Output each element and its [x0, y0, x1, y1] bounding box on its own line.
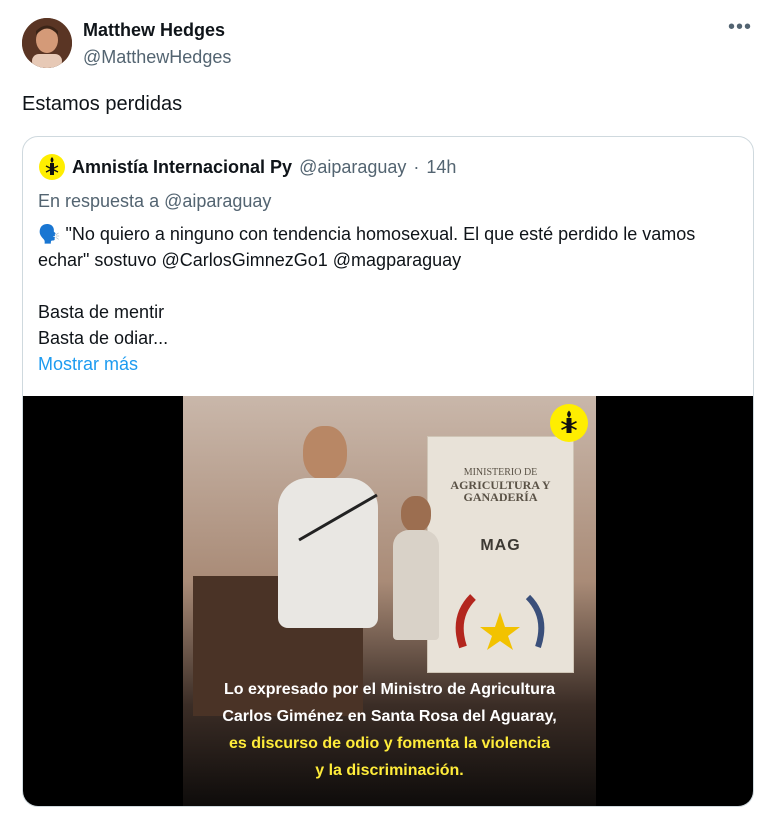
author-avatar[interactable]	[22, 18, 72, 68]
quoted-author-name[interactable]: Amnistía Internacional Py	[72, 157, 292, 178]
banner-text: MINISTERIO DE AGRICULTURA Y GANADERÍA	[450, 467, 551, 504]
quoted-tweet-card[interactable]: Amnistía Internacional Py @aiparaguay · …	[22, 136, 754, 807]
caption-line-3: es discurso de odio y fomenta la violenc…	[229, 735, 550, 752]
speaking-head-emoji: 🗣️	[38, 224, 61, 244]
quoted-text-line2: Basta de mentir	[38, 302, 165, 322]
author-name[interactable]: Matthew Hedges	[83, 20, 225, 41]
video-caption: Lo expresado por el Ministro de Agricult…	[183, 676, 596, 784]
quoted-tweet-header: Amnistía Internacional Py @aiparaguay · …	[39, 154, 456, 180]
caption-line-4: y la discriminación.	[315, 762, 464, 779]
background-person	[393, 496, 439, 640]
quoted-timestamp[interactable]: 14h	[426, 157, 456, 178]
mag-banner: MINISTERIO DE AGRICULTURA Y GANADERÍA MA…	[427, 436, 574, 673]
amnesty-candle-icon	[550, 404, 588, 442]
more-options-button[interactable]: •••	[728, 16, 752, 39]
author-handle[interactable]: @MatthewHedges	[83, 47, 231, 68]
tweet-text: Estamos perdidas	[22, 93, 183, 115]
reply-context: En respuesta a @aiparaguay	[38, 191, 272, 211]
candle-in-barbed-wire-icon	[39, 154, 65, 180]
speaker-figure	[273, 426, 383, 628]
show-more-link[interactable]: Mostrar más	[38, 351, 728, 377]
caption-line-1: Lo expresado por el Ministro de Agricult…	[223, 681, 555, 698]
separator-dot: ·	[413, 156, 420, 177]
quoted-text-line3: Basta de odiar...	[38, 328, 169, 348]
quoted-tweet-body: 🗣️ "No quiero a ninguno con tendencia ho…	[38, 221, 728, 377]
caption-line-2: Carlos Giménez en Santa Rosa del Aguaray…	[222, 708, 557, 725]
paraguay-seal	[455, 594, 545, 650]
banner-mag-label: MAG	[480, 537, 521, 554]
quoted-text-line1: "No quiero a ninguno con tendencia homos…	[38, 224, 696, 270]
quoted-author-handle[interactable]: @aiparaguay	[299, 157, 406, 178]
video-frame[interactable]: MINISTERIO DE AGRICULTURA Y GANADERÍA MA…	[183, 396, 596, 806]
video-player[interactable]: MINISTERIO DE AGRICULTURA Y GANADERÍA MA…	[23, 396, 753, 806]
profile-photo	[22, 18, 72, 68]
